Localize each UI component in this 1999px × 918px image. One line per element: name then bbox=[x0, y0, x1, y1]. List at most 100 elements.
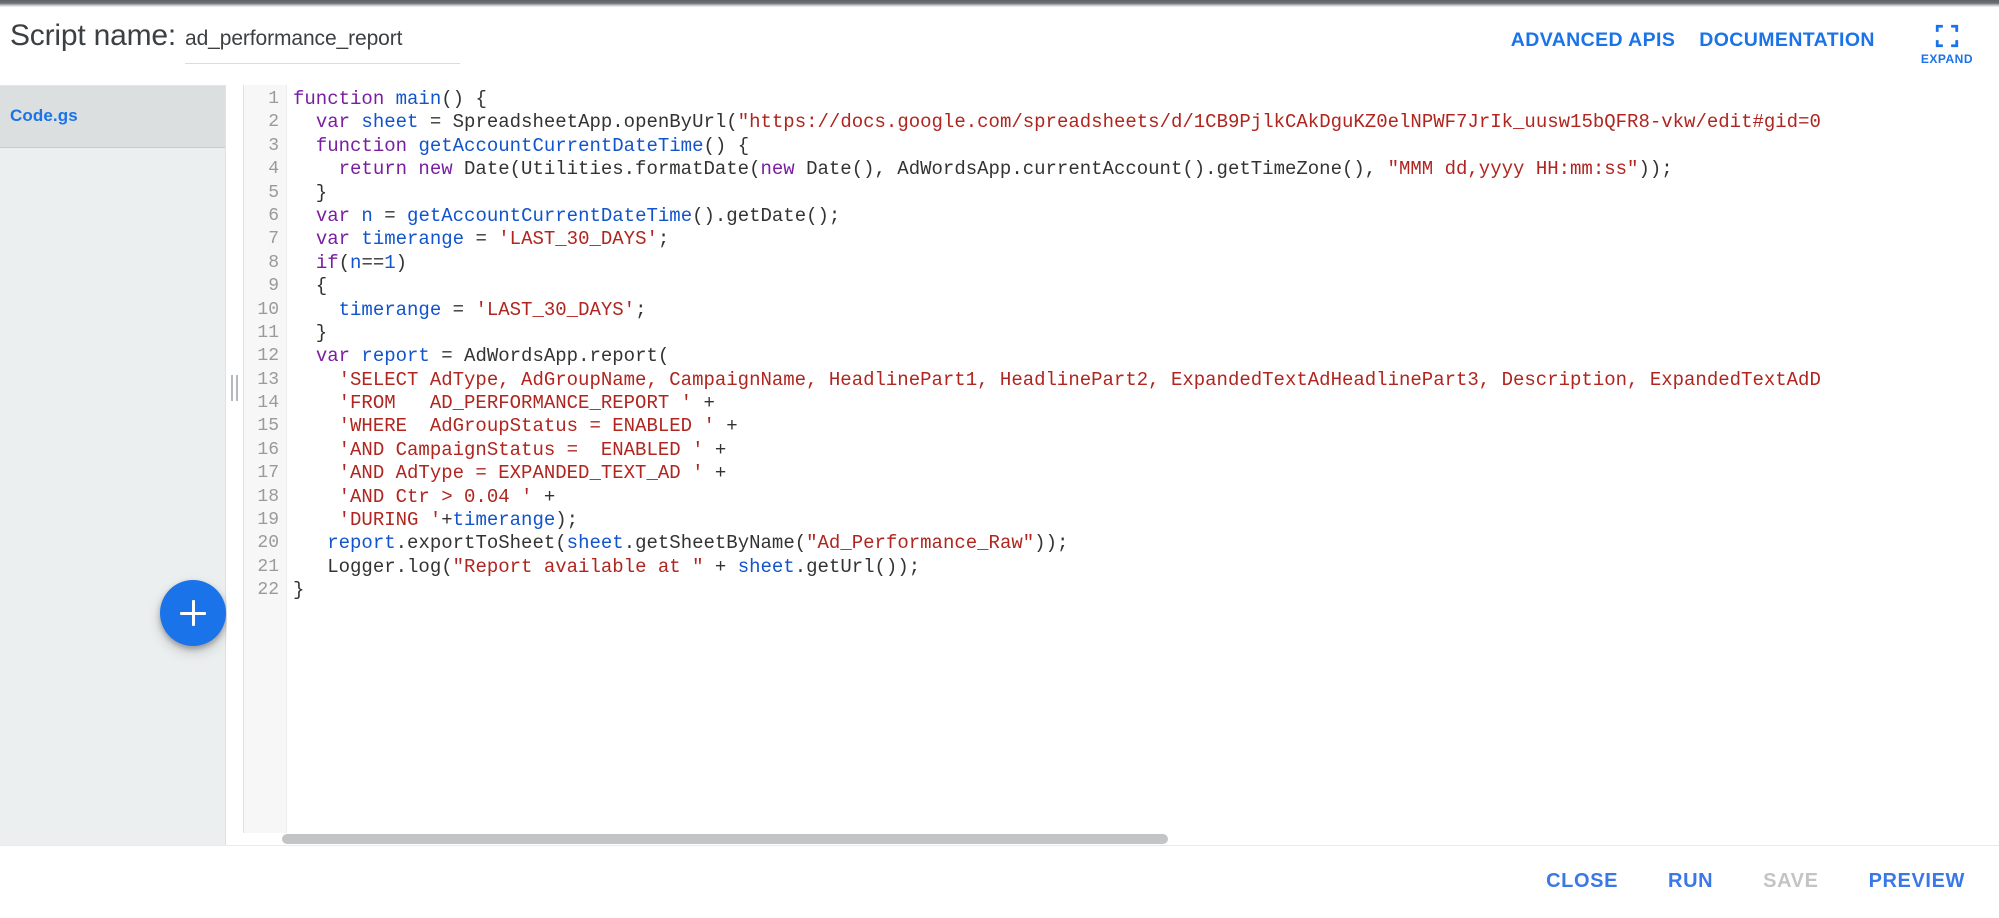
line-number: 12 bbox=[257, 346, 279, 367]
code-token: sheet bbox=[737, 555, 795, 578]
file-item-code-gs[interactable]: Code.gs bbox=[0, 85, 225, 148]
code-token: + bbox=[714, 415, 738, 438]
code-token: ().getDate(); bbox=[692, 204, 841, 227]
code-token: + bbox=[532, 485, 556, 508]
code-line[interactable]: 5 } bbox=[244, 182, 1999, 205]
code-line-text: 'SELECT AdType, AdGroupName, CampaignNam… bbox=[287, 369, 1821, 392]
code-token: () { bbox=[703, 134, 750, 157]
code-line[interactable]: 20 report.exportToSheet(sheet.getSheetBy… bbox=[244, 532, 1999, 555]
script-name-input[interactable]: ad_performance_report bbox=[185, 27, 460, 64]
line-number: 16 bbox=[257, 439, 279, 460]
code-token: + bbox=[692, 392, 715, 415]
code-line[interactable]: 6 var n = getAccountCurrentDateTime().ge… bbox=[244, 205, 1999, 228]
code-line[interactable]: 15 'WHERE AdGroupStatus = ENABLED ' + bbox=[244, 415, 1999, 438]
code-line-text: 'AND CampaignStatus = ENABLED ' + bbox=[287, 439, 727, 462]
line-number: 7 bbox=[268, 229, 279, 250]
code-token: 'SELECT AdType, AdGroupName, CampaignNam… bbox=[338, 368, 1821, 391]
code-token: Date(Utilities.formatDate( bbox=[464, 158, 761, 181]
splitter-drag-handle[interactable] bbox=[231, 375, 238, 401]
code-token: ; bbox=[657, 228, 670, 251]
code-token: } bbox=[293, 321, 328, 344]
code-editor[interactable]: 1 function main() {2 var sheet = Spreadsh… bbox=[243, 85, 1999, 845]
code-line-text: Logger.log("Report available at " + shee… bbox=[287, 556, 920, 579]
code-line[interactable]: 4 return new Date(Utilities.formatDate(n… bbox=[244, 158, 1999, 181]
code-line-text: } bbox=[287, 579, 304, 602]
code-line[interactable]: 1 function main() { bbox=[244, 88, 1999, 111]
script-name-value: ad_performance_report bbox=[185, 27, 403, 50]
close-button[interactable]: CLOSE bbox=[1538, 864, 1626, 899]
line-number: 9 bbox=[268, 276, 279, 297]
code-token: ); bbox=[555, 509, 579, 532]
code-token: 'FROM AD_PERFORMANCE_REPORT ' bbox=[338, 392, 693, 415]
code-line[interactable]: 16 'AND CampaignStatus = ENABLED ' + bbox=[244, 439, 1999, 462]
code-line[interactable]: 12 var report = AdWordsApp.report( bbox=[244, 345, 1999, 368]
code-line[interactable]: 7 var timerange = 'LAST_30_DAYS'; bbox=[244, 228, 1999, 251]
code-token: + bbox=[703, 555, 738, 578]
file-item-label: Code.gs bbox=[10, 106, 78, 125]
code-line-text: if(n==1) bbox=[287, 252, 407, 275]
code-line[interactable]: 22} bbox=[244, 579, 1999, 602]
code-line[interactable]: 8 if(n==1) bbox=[244, 252, 1999, 275]
code-token: ) bbox=[395, 251, 408, 274]
expand-label: EXPAND bbox=[1920, 52, 1973, 66]
code-token: timerange bbox=[361, 228, 465, 251]
preview-button[interactable]: PREVIEW bbox=[1861, 864, 1973, 899]
line-number: 21 bbox=[257, 556, 279, 577]
code-token: report bbox=[361, 345, 430, 368]
code-line[interactable]: 9 { bbox=[244, 275, 1999, 298]
line-number: 3 bbox=[268, 135, 279, 156]
code-token: )); bbox=[1034, 532, 1069, 555]
pane-splitter bbox=[227, 85, 243, 845]
code-line-text: 'WHERE AdGroupStatus = ENABLED ' + bbox=[287, 415, 738, 438]
code-line[interactable]: 21 Logger.log("Report available at " + s… bbox=[244, 556, 1999, 579]
code-token: return new bbox=[338, 158, 465, 181]
save-button: SAVE bbox=[1755, 864, 1826, 899]
code-line[interactable]: 17 'AND AdType = EXPANDED_TEXT_AD ' + bbox=[244, 462, 1999, 485]
code-line[interactable]: 3 function getAccountCurrentDateTime() { bbox=[244, 135, 1999, 158]
script-editor-window: Script name: ad_performance_report ADVAN… bbox=[0, 0, 1999, 918]
script-name-group: Script name: ad_performance_report bbox=[10, 19, 460, 64]
code-token: "Ad_Performance_Raw" bbox=[806, 532, 1035, 555]
plus-icon bbox=[180, 600, 206, 626]
code-line[interactable]: 19 'DURING '+timerange); bbox=[244, 509, 1999, 532]
line-number: 8 bbox=[268, 252, 279, 273]
expand-icon bbox=[1935, 24, 1959, 48]
code-token: sheet bbox=[361, 111, 419, 134]
code-token: var bbox=[315, 228, 362, 251]
editor-footer: CLOSE RUN SAVE PREVIEW bbox=[0, 845, 1999, 918]
file-list-pane: Code.gs bbox=[0, 85, 226, 845]
code-line[interactable]: 2 var sheet = SpreadsheetApp.openByUrl("… bbox=[244, 111, 1999, 134]
code-line[interactable]: 11 } bbox=[244, 322, 1999, 345]
add-file-button[interactable] bbox=[160, 580, 226, 646]
code-token: 'DURING ' bbox=[338, 509, 442, 532]
documentation-link[interactable]: DOCUMENTATION bbox=[1687, 23, 1887, 58]
line-number: 17 bbox=[257, 463, 279, 484]
code-content[interactable]: 1 function main() {2 var sheet = Spreadsh… bbox=[244, 85, 1999, 603]
advanced-apis-link[interactable]: ADVANCED APIS bbox=[1499, 23, 1687, 58]
code-token: .getUrl()); bbox=[794, 555, 921, 578]
code-token: ( bbox=[338, 251, 351, 274]
run-button[interactable]: RUN bbox=[1660, 864, 1721, 899]
code-token: "Report available at " bbox=[452, 555, 704, 578]
line-number: 19 bbox=[257, 510, 279, 531]
code-line[interactable]: 18 'AND Ctr > 0.04 ' + bbox=[244, 486, 1999, 509]
code-line[interactable]: 10 timerange = 'LAST_30_DAYS'; bbox=[244, 299, 1999, 322]
code-line[interactable]: 14 'FROM AD_PERFORMANCE_REPORT ' + bbox=[244, 392, 1999, 415]
code-token: } bbox=[293, 579, 305, 602]
expand-button[interactable]: EXPAND bbox=[1917, 23, 1977, 66]
horizontal-scrollbar-thumb[interactable] bbox=[282, 834, 1168, 844]
code-line-text: var n = getAccountCurrentDateTime().getD… bbox=[287, 204, 841, 228]
code-line-text: } bbox=[287, 182, 327, 205]
code-token: = bbox=[441, 298, 476, 321]
code-line[interactable]: 13 'SELECT AdType, AdGroupName, Campaign… bbox=[244, 369, 1999, 392]
line-number: 2 bbox=[268, 112, 279, 133]
footer-action-buttons: CLOSE RUN SAVE PREVIEW bbox=[1538, 864, 1973, 899]
code-token: "MMM dd,yyyy HH:mm:ss" bbox=[1387, 158, 1639, 181]
editor-horizontal-scrollbar[interactable] bbox=[243, 833, 1999, 845]
